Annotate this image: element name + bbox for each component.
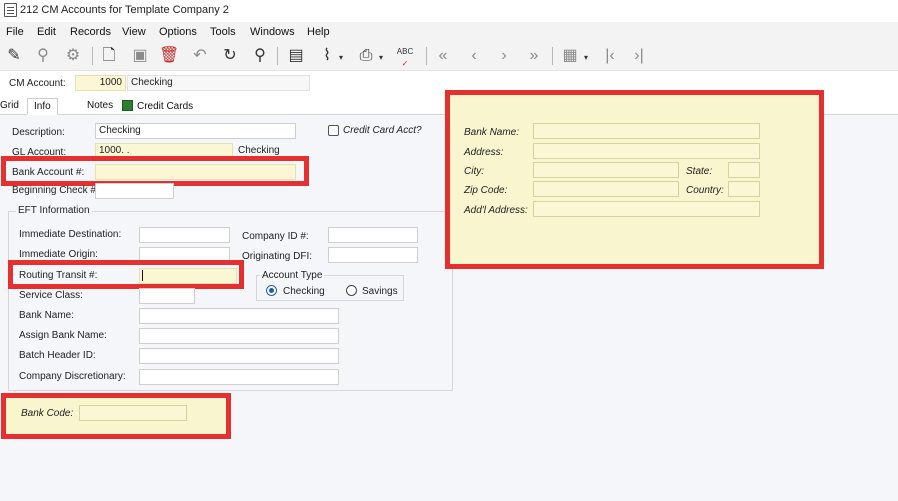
save-icon[interactable]: ▣ [130,46,150,66]
toolbar-separator [92,47,93,65]
company-id-label: Company ID #: [242,231,309,242]
last-page-icon[interactable]: ›| [629,46,649,66]
menu-records[interactable]: Records [70,26,111,38]
menu-options[interactable]: Options [159,26,197,38]
menu-edit[interactable]: Edit [37,26,56,38]
checking-radio-label: Checking [283,286,325,297]
undo-icon[interactable]: ↶ [190,46,210,66]
cm-account-field[interactable]: 1000 [75,75,126,91]
immediate-destination-field[interactable] [139,227,230,243]
savings-radio-label: Savings [362,286,398,297]
service-class-field[interactable] [139,288,195,304]
app-icon [4,3,17,17]
menu-file[interactable]: File [6,26,24,38]
beginning-check-label: Beginning Check #: [12,185,99,196]
description-field[interactable]: Checking [95,123,296,139]
tab-credit-cards-label: Credit Cards [137,101,194,112]
company-discretionary-field[interactable] [139,369,339,385]
menu-view[interactable]: View [122,26,146,38]
print-icon[interactable]: ⎙ [356,46,376,66]
toolbar-separator [277,47,278,65]
description-label: Description: [12,127,65,138]
first-record-icon[interactable]: « [433,46,453,66]
new-record-icon[interactable]: 🗋 [99,46,119,66]
tab-credit-cards[interactable]: Credit Cards [118,98,199,115]
grid-view-dropdown-icon[interactable]: ▾ [584,53,588,62]
highlight-box-bank-details [445,90,824,269]
edit-icon[interactable]: ✎ [4,46,24,66]
menu-bar: File Edit Records View Options Tools Win… [0,22,898,41]
originating-dfi-label: Originating DFI: [242,251,313,262]
toolbar-separator [426,47,427,65]
highlight-box-routing-transit [8,260,244,289]
first-page-icon[interactable]: |‹ [600,46,620,66]
bank-name-label: Bank Name: [19,310,75,321]
cm-account-label: CM Account: [9,78,66,89]
batch-header-id-label: Batch Header ID: [19,350,96,361]
batch-header-id-field[interactable] [139,348,339,364]
savings-radio[interactable] [346,285,357,296]
settings-icon[interactable]: ⚙ [63,46,83,66]
credit-card-checkbox[interactable] [328,125,339,136]
immediate-origin-label: Immediate Origin: [19,249,98,260]
menu-tools[interactable]: Tools [210,26,236,38]
toolbar-separator [552,47,553,65]
highlight-box-bank-code [1,393,231,439]
title-bar: 212 CM Accounts for Template Company 2 [0,0,898,21]
service-class-label: Service Class: [19,290,83,301]
delete-icon[interactable]: 🗑 [159,46,179,66]
previous-record-icon[interactable]: ‹ [464,46,484,66]
assign-bank-name-label: Assign Bank Name: [19,330,107,341]
cm-account-name: Checking [127,75,310,91]
originating-dfi-field[interactable] [328,247,418,263]
menu-help[interactable]: Help [307,26,330,38]
search-icon[interactable]: ⚲ [250,46,270,66]
attach-icon[interactable]: ⌇ [317,46,337,66]
attach-dropdown-icon[interactable]: ▾ [339,53,343,62]
immediate-destination-label: Immediate Destination: [19,229,122,240]
assign-bank-name-field[interactable] [139,328,339,344]
account-type-label: Account Type [260,270,325,281]
highlight-box-bank-account [1,156,309,186]
last-record-icon[interactable]: » [524,46,544,66]
company-id-field[interactable] [328,227,418,243]
company-discretionary-label: Company Discretionary: [19,371,126,382]
find-icon[interactable]: ⚲ [33,46,53,66]
eft-group-label: EFT Information [16,205,92,216]
credit-cards-icon [122,100,133,111]
spellcheck-icon[interactable]: ABC ✓ [395,46,415,68]
calculator-icon[interactable]: ▤ [286,46,306,66]
refresh-icon[interactable]: ↻ [220,46,240,66]
tab-grid[interactable]: Grid [0,98,25,115]
menu-windows[interactable]: Windows [250,26,295,38]
toolbar: ✎ ⚲ ⚙ 🗋 ▣ 🗑 ↶ ↻ ⚲ ▤ ⌇ ▾ ⎙ ▾ ABC ✓ « ‹ › »… [0,41,898,71]
beginning-check-field[interactable] [95,183,174,199]
checking-radio[interactable] [266,285,277,296]
window-title: 212 CM Accounts for Template Company 2 [20,4,229,16]
tab-info[interactable]: Info [27,98,58,115]
eft-bank-name-field[interactable] [139,308,339,324]
credit-card-label: Credit Card Acct? [343,125,422,136]
next-record-icon[interactable]: › [494,46,514,66]
grid-view-icon[interactable]: ▦ [560,46,580,66]
tab-notes[interactable]: Notes [81,98,119,115]
print-dropdown-icon[interactable]: ▾ [379,53,383,62]
